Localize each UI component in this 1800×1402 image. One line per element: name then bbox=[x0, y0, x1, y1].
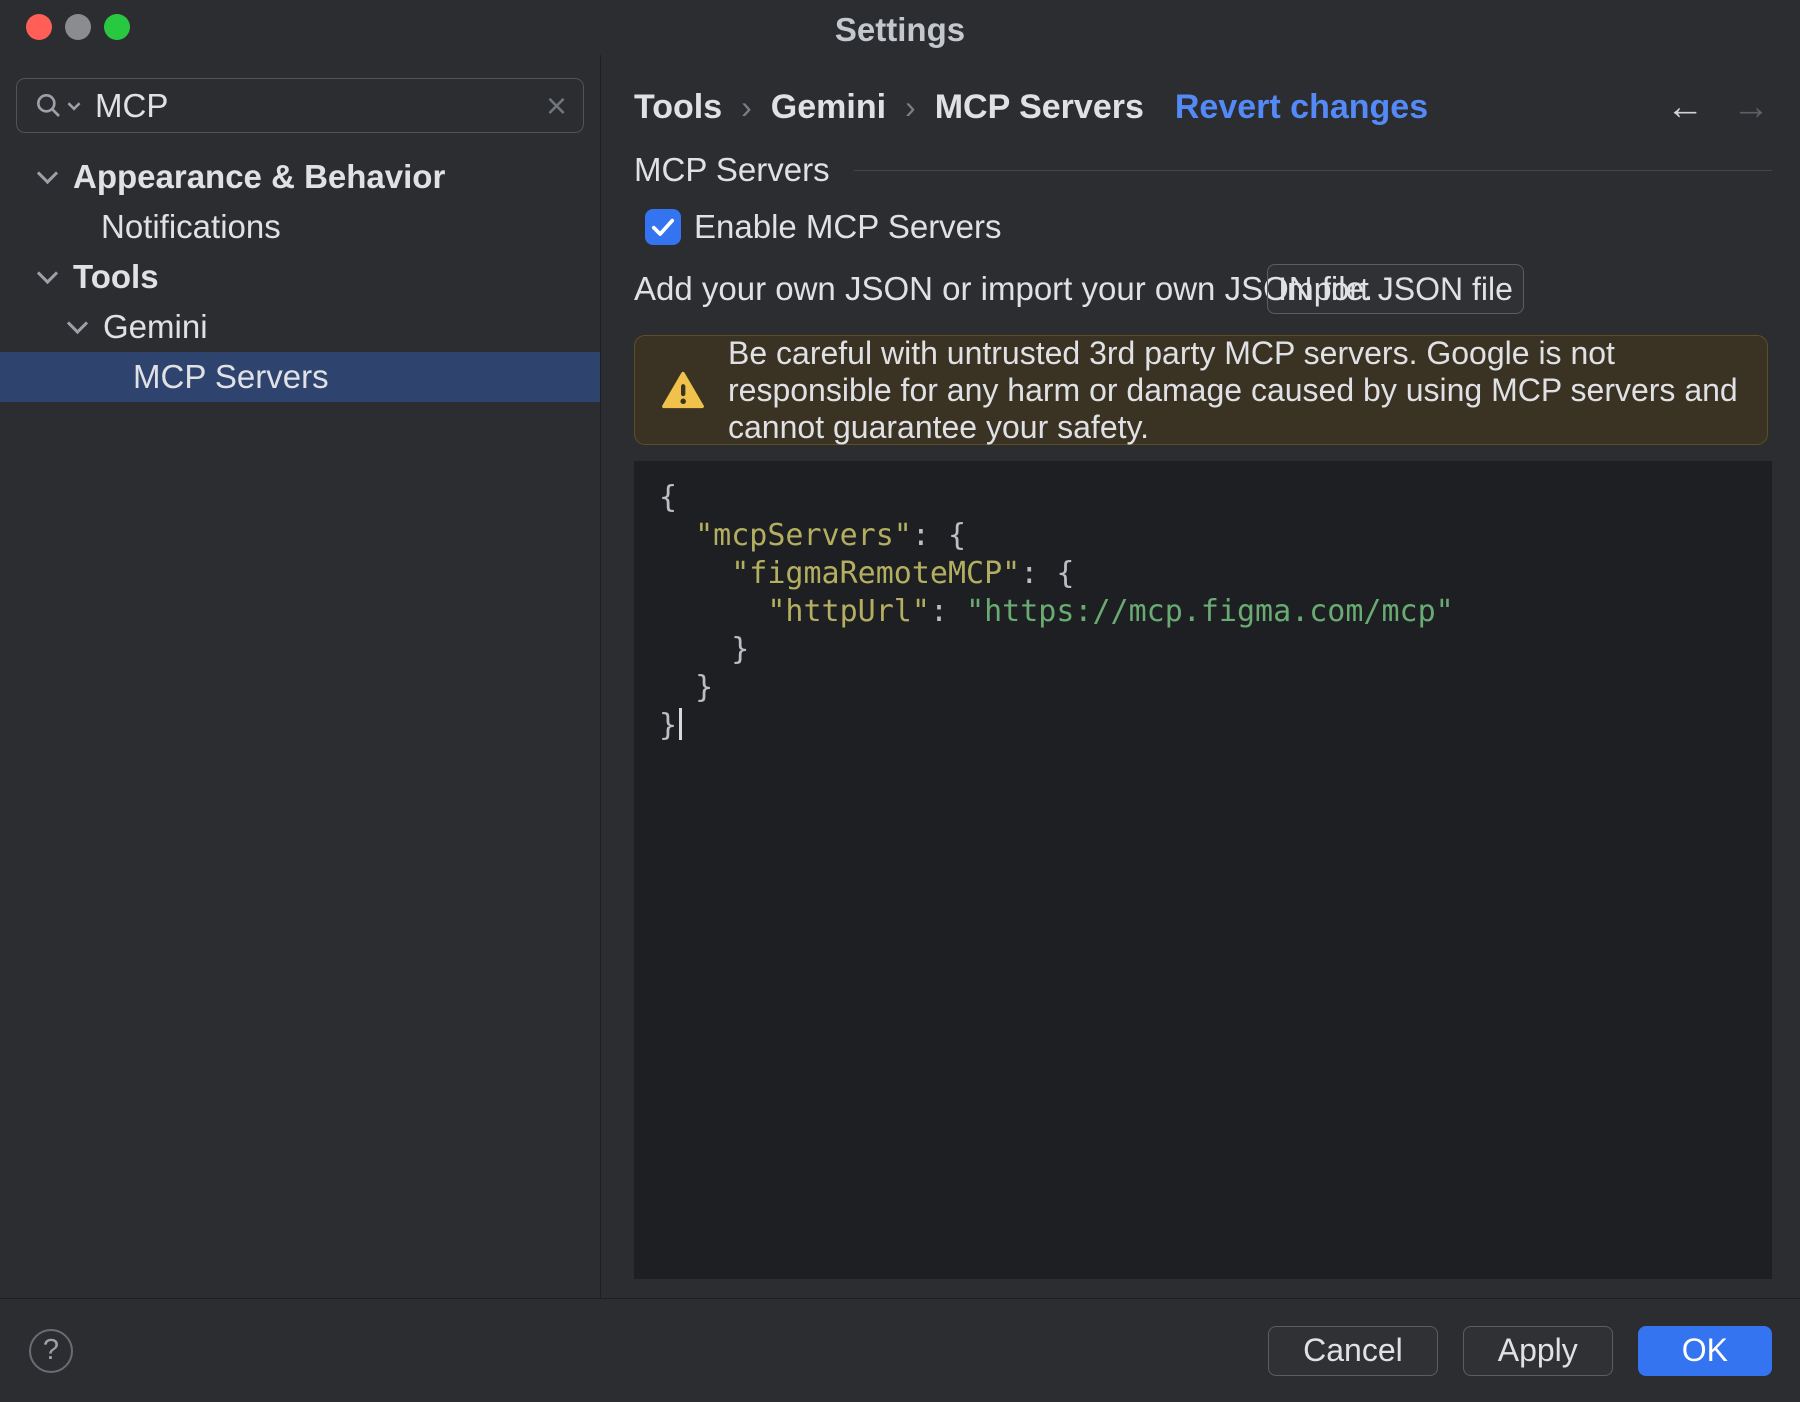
code-line: } bbox=[659, 670, 714, 705]
sidebar-item-label: Tools bbox=[73, 258, 159, 295]
search-input[interactable] bbox=[95, 86, 536, 125]
window-title: Settings bbox=[834, 11, 966, 48]
settings-sidebar: × Appearance & Behavior Notifications To… bbox=[0, 55, 601, 1298]
dialog-actions: Cancel Apply OK bbox=[1268, 1325, 1772, 1376]
import-json-file-button[interactable]: Import JSON file bbox=[1267, 264, 1524, 314]
revert-changes-link[interactable]: Revert changes bbox=[1175, 88, 1428, 127]
footer-bar: ? Cancel Apply OK bbox=[0, 1298, 1800, 1402]
cancel-button[interactable]: Cancel bbox=[1268, 1325, 1438, 1376]
ok-button[interactable]: OK bbox=[1637, 1325, 1772, 1376]
apply-button[interactable]: Apply bbox=[1462, 1325, 1613, 1376]
breadcrumb-item-mcp-servers[interactable]: MCP Servers bbox=[935, 88, 1144, 127]
code-line: "httpUrl": "https://mcp.figma.com/mcp" bbox=[767, 594, 1454, 629]
check-icon bbox=[651, 218, 675, 236]
section-title: MCP Servers bbox=[634, 151, 830, 188]
settings-tree: Appearance & Behavior Notifications Tool… bbox=[0, 152, 600, 402]
sidebar-item-label: MCP Servers bbox=[133, 358, 329, 395]
import-json-text: Add your own JSON or import your own JSO… bbox=[634, 270, 1374, 307]
titlebar: Settings bbox=[0, 0, 1800, 55]
breadcrumb: Tools › Gemini › MCP Servers Revert chan… bbox=[634, 86, 1428, 128]
text-caret bbox=[679, 708, 683, 740]
code-line: } bbox=[659, 707, 1747, 745]
help-icon[interactable]: ? bbox=[29, 1328, 73, 1373]
breadcrumb-item-gemini[interactable]: Gemini bbox=[771, 88, 886, 127]
enable-mcp-row: Enable MCP Servers bbox=[645, 207, 1002, 247]
forward-arrow-icon: → bbox=[1732, 86, 1770, 128]
code-line: { bbox=[659, 480, 678, 515]
history-navigation: ← → bbox=[1666, 88, 1770, 126]
clear-search-icon[interactable]: × bbox=[536, 87, 567, 124]
enable-mcp-checkbox[interactable] bbox=[645, 209, 681, 245]
section-divider bbox=[853, 169, 1772, 171]
breadcrumb-separator: › bbox=[741, 88, 752, 125]
code-line: "mcpServers": { bbox=[695, 518, 967, 553]
sidebar-item-gemini[interactable]: Gemini bbox=[0, 302, 600, 352]
breadcrumb-separator: › bbox=[905, 88, 916, 125]
sidebar-item-tools[interactable]: Tools bbox=[0, 252, 600, 302]
section-header: MCP Servers bbox=[634, 150, 1772, 190]
sidebar-item-mcp-servers[interactable]: MCP Servers bbox=[0, 352, 600, 402]
back-arrow-icon[interactable]: ← bbox=[1666, 88, 1704, 126]
search-icon[interactable] bbox=[33, 90, 81, 122]
sidebar-item-label: Gemini bbox=[103, 308, 208, 345]
enable-mcp-label: Enable MCP Servers bbox=[694, 208, 1002, 245]
settings-search-field[interactable]: × bbox=[16, 78, 584, 133]
breadcrumb-item-tools[interactable]: Tools bbox=[634, 88, 722, 127]
chevron-down-icon[interactable] bbox=[66, 312, 89, 334]
settings-window: Settings × Appearance & Behavior bbox=[0, 0, 1800, 1402]
warning-text: Be careful with untrusted 3rd party MCP … bbox=[728, 334, 1738, 445]
sidebar-item-label: Appearance & Behavior bbox=[73, 158, 446, 195]
sidebar-item-appearance-behavior[interactable]: Appearance & Behavior bbox=[0, 152, 600, 202]
warning-banner: Be careful with untrusted 3rd party MCP … bbox=[634, 335, 1768, 445]
json-editor[interactable]: { "mcpServers": { "figmaRemoteMCP": { "h… bbox=[634, 461, 1772, 1279]
sidebar-item-notifications[interactable]: Notifications bbox=[0, 202, 600, 252]
json-editor-content: { "mcpServers": { "figmaRemoteMCP": { "h… bbox=[659, 479, 1747, 745]
code-line: "figmaRemoteMCP": { bbox=[731, 556, 1075, 591]
chevron-down-icon[interactable] bbox=[36, 262, 59, 284]
chevron-down-icon bbox=[67, 101, 81, 111]
code-line: } bbox=[659, 632, 750, 667]
warning-icon bbox=[661, 370, 705, 410]
sidebar-item-label: Notifications bbox=[101, 208, 281, 245]
chevron-down-icon[interactable] bbox=[36, 162, 59, 184]
